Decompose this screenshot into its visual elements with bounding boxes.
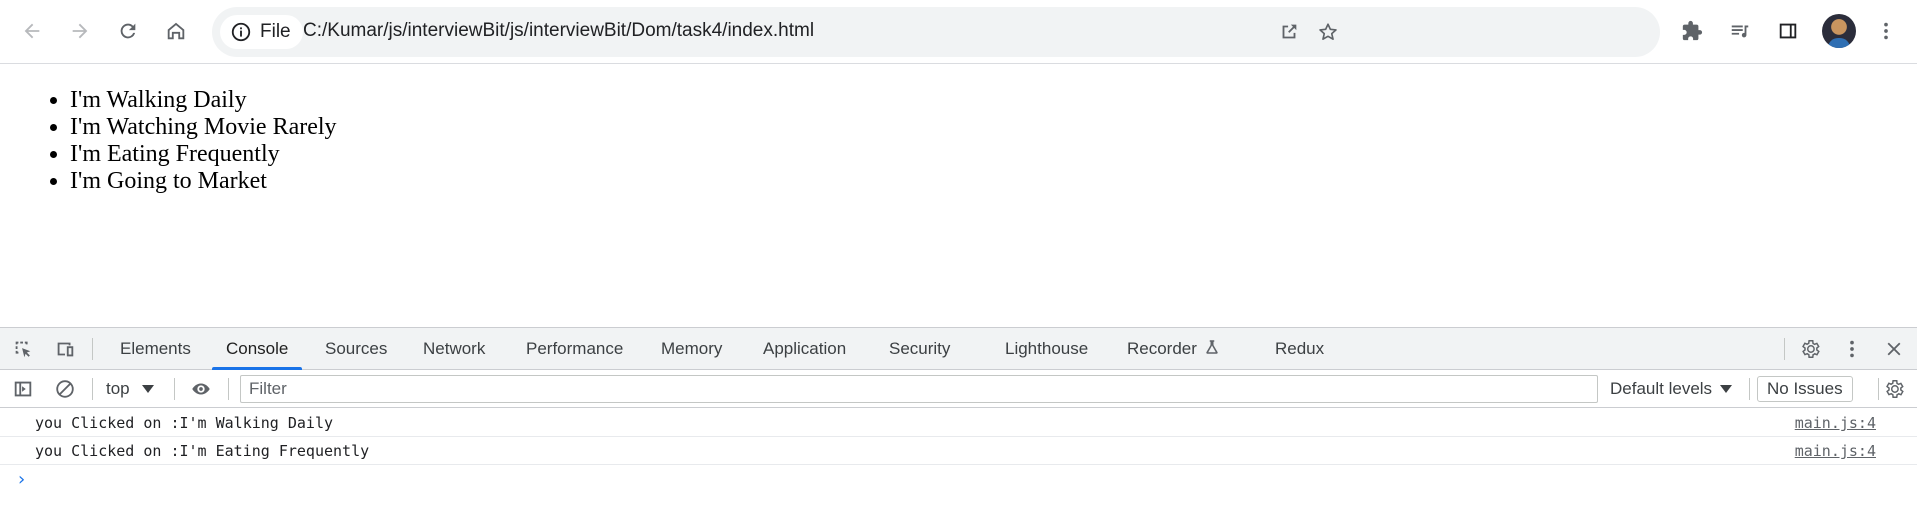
devtools-menu-button[interactable]	[1838, 335, 1866, 363]
browser-toolbar: File C:/Kumar/js/interviewBit/js/intervi…	[0, 0, 1917, 64]
tab-sources[interactable]: Sources	[325, 328, 387, 369]
profile-avatar[interactable]	[1822, 14, 1856, 48]
tab-lighthouse[interactable]: Lighthouse	[1005, 328, 1088, 369]
issues-button[interactable]: No Issues	[1757, 376, 1853, 402]
console-log-source-link[interactable]: main.js:4	[1795, 414, 1876, 432]
side-panel-icon	[1779, 23, 1797, 39]
console-settings-button[interactable]	[1880, 375, 1908, 403]
url-text[interactable]: C:/Kumar/js/interviewBit/js/interviewBit…	[303, 20, 814, 42]
console-log-row: you Clicked on :I'm Walking Daily main.j…	[0, 409, 1917, 437]
share-button[interactable]	[1274, 17, 1304, 47]
show-sidebar-button[interactable]	[9, 375, 37, 403]
forward-button[interactable]	[62, 13, 98, 49]
gear-icon	[1802, 340, 1820, 358]
star-icon	[1319, 23, 1337, 40]
gear-icon	[1886, 380, 1904, 398]
bookmark-button[interactable]	[1313, 17, 1343, 47]
devtools-panel: Elements Console Sources Network Perform…	[0, 327, 1917, 513]
tab-recorder[interactable]: Recorder	[1127, 328, 1221, 369]
eye-icon	[192, 383, 210, 395]
context-label: top	[106, 379, 130, 398]
reload-button[interactable]	[110, 13, 146, 49]
toolbar-divider	[92, 378, 93, 400]
block-icon	[56, 380, 74, 398]
tab-elements[interactable]: Elements	[120, 328, 191, 369]
device-icon	[57, 342, 74, 357]
address-bar[interactable]: File C:/Kumar/js/interviewBit/js/intervi…	[212, 7, 1660, 57]
extensions-button[interactable]	[1674, 13, 1710, 49]
tab-console[interactable]: Console	[211, 328, 303, 370]
toolbar-divider	[228, 378, 229, 400]
playlist-icon	[1731, 25, 1749, 38]
home-button[interactable]	[158, 13, 194, 49]
home-icon	[167, 22, 185, 40]
console-log-message: you Clicked on :I'm Walking Daily	[35, 414, 334, 432]
console-log-message: you Clicked on :I'm Eating Frequently	[35, 442, 370, 460]
log-levels-dropdown[interactable]: Default levels	[1610, 376, 1733, 402]
share-icon	[1282, 24, 1297, 39]
list-item[interactable]: I'm Going to Market	[70, 168, 337, 195]
caret-down-icon	[1720, 385, 1733, 393]
flask-icon	[1206, 340, 1218, 354]
toolbar-divider	[92, 338, 93, 360]
toolbar-divider	[1749, 378, 1750, 400]
info-icon	[231, 22, 251, 42]
tab-security[interactable]: Security	[889, 328, 950, 369]
tab-performance[interactable]: Performance	[526, 328, 623, 369]
toolbar-divider	[174, 378, 175, 400]
devtools-tabbar: Elements Console Sources Network Perform…	[0, 328, 1917, 370]
tab-redux[interactable]: Redux	[1275, 328, 1324, 369]
caret-down-icon	[141, 385, 154, 393]
puzzle-icon	[1682, 20, 1703, 41]
sidebar-toggle-icon	[14, 381, 32, 397]
log-levels-label: Default levels	[1610, 379, 1713, 398]
devtools-close-button[interactable]	[1880, 335, 1908, 363]
console-filter-input[interactable]	[240, 375, 1598, 403]
reload-icon	[120, 23, 136, 39]
console-output: you Clicked on :I'm Walking Daily main.j…	[0, 409, 1917, 514]
side-panel-button[interactable]	[1770, 13, 1806, 49]
hobby-list: I'm Walking Daily I'm Watching Movie Rar…	[70, 87, 337, 195]
tab-application[interactable]: Application	[763, 328, 846, 369]
back-button[interactable]	[14, 13, 50, 49]
clear-console-button[interactable]	[51, 375, 79, 403]
device-toolbar-button[interactable]	[51, 335, 79, 363]
close-icon	[1887, 342, 1901, 356]
arrow-left-icon	[24, 23, 40, 39]
console-log-source-link[interactable]: main.js:4	[1795, 442, 1876, 460]
toolbar-divider	[1878, 378, 1879, 400]
console-toolbar: top Default levels No Issues	[0, 370, 1917, 408]
kebab-menu-icon	[1850, 340, 1854, 358]
site-info-chip[interactable]: File	[220, 15, 303, 49]
console-prompt[interactable]: ›	[16, 469, 27, 490]
devtools-settings-button[interactable]	[1796, 335, 1824, 363]
arrow-right-icon	[72, 23, 88, 39]
inspect-element-button[interactable]	[9, 335, 37, 363]
page-viewport: I'm Walking Daily I'm Watching Movie Rar…	[0, 65, 1917, 327]
live-expression-button[interactable]	[187, 375, 215, 403]
list-item[interactable]: I'm Eating Frequently	[70, 141, 337, 168]
list-item[interactable]: I'm Watching Movie Rarely	[70, 114, 337, 141]
site-info-label: File	[260, 21, 291, 42]
toolbar-divider	[1784, 338, 1785, 360]
browser-menu-button[interactable]	[1868, 13, 1904, 49]
reading-list-button[interactable]	[1722, 13, 1758, 49]
tab-recorder-label: Recorder	[1127, 339, 1197, 358]
kebab-menu-icon	[1884, 22, 1888, 40]
tab-network[interactable]: Network	[423, 328, 485, 369]
list-item[interactable]: I'm Walking Daily	[70, 87, 337, 114]
tab-memory[interactable]: Memory	[661, 328, 722, 369]
context-selector[interactable]: top	[106, 376, 154, 402]
console-log-row: you Clicked on :I'm Eating Frequently ma…	[0, 437, 1917, 465]
inspect-icon	[15, 341, 31, 358]
